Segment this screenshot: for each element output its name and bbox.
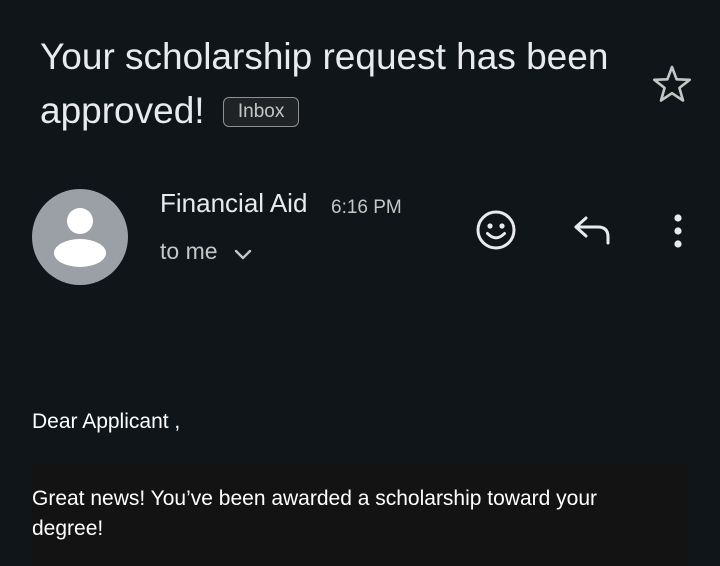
sender-avatar[interactable] — [32, 189, 128, 285]
star-button[interactable] — [650, 62, 694, 106]
star-icon — [653, 65, 692, 102]
sender-name[interactable]: Financial Aid — [160, 188, 307, 219]
more-options-button[interactable] — [652, 206, 700, 254]
email-view: Your scholarship request has been approv… — [0, 0, 720, 566]
email-greeting: Dear Applicant , — [32, 410, 181, 433]
inbox-label-badge[interactable]: Inbox — [222, 97, 300, 127]
reply-button[interactable] — [568, 206, 616, 254]
recipient-details-toggle[interactable]: to me — [160, 238, 254, 265]
subject-text: Your scholarship request has been approv… — [40, 36, 609, 131]
email-subject: Your scholarship request has been approv… — [40, 30, 640, 138]
reply-icon — [574, 216, 610, 245]
add-reaction-button[interactable] — [472, 206, 520, 254]
smiley-icon — [476, 210, 516, 250]
email-body-text: Great news! You’ve been awarded a schola… — [32, 487, 598, 540]
recipient-text: to me — [160, 238, 218, 264]
person-icon — [54, 208, 106, 267]
more-vert-icon — [674, 214, 682, 248]
chevron-down-icon — [234, 249, 251, 259]
sent-time: 6:16 PM — [331, 197, 402, 218]
